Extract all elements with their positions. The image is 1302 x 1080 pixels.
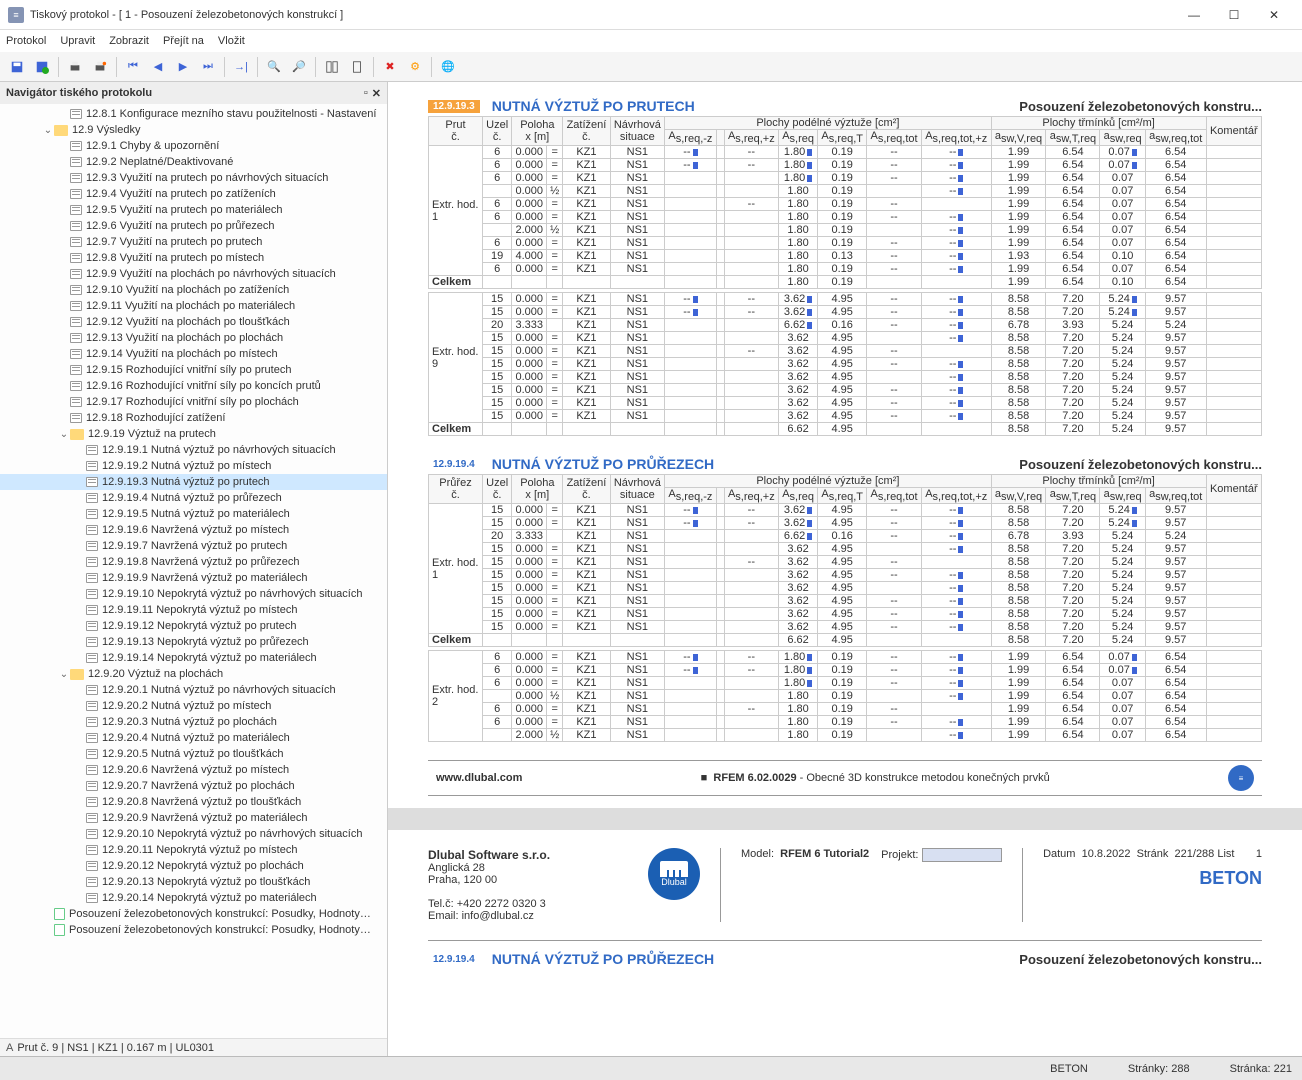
lang-icon[interactable]: 🌐 bbox=[437, 56, 459, 78]
dlubal-icon: ≡ bbox=[1228, 765, 1254, 791]
local-status: APrut č. 9 | NS1 | KZ1 | 0.167 m | UL030… bbox=[0, 1038, 387, 1056]
tree-item[interactable]: 12.9.19.2 Nutná výztuž po místech bbox=[0, 458, 387, 474]
tree-item[interactable]: 12.9.19.8 Navržená výztuž po průřezech bbox=[0, 554, 387, 570]
toolbar: ⏮ ◀ ▶ ⏭ →| 🔍 🔎 ✖ ⚙ 🌐 bbox=[0, 52, 1302, 82]
menu-upravit[interactable]: Upravit bbox=[60, 35, 95, 47]
save-icon[interactable] bbox=[6, 56, 28, 78]
tree-item[interactable]: 12.9.19.11 Nepokrytá výztuž po místech bbox=[0, 602, 387, 618]
tree-item[interactable]: 12.9.17 Rozhodující vnitřní síly po ploc… bbox=[0, 394, 387, 410]
tree-item[interactable]: 12.9.3 Využití na prutech po návrhových … bbox=[0, 170, 387, 186]
tree-item[interactable]: 12.9.15 Rozhodující vnitřní síly po prut… bbox=[0, 362, 387, 378]
tree-item[interactable]: 12.9.19.13 Nepokrytá výztuž po průřezech bbox=[0, 634, 387, 650]
dlubal-logo: Dlubal bbox=[648, 848, 700, 900]
save-green-icon[interactable] bbox=[31, 56, 53, 78]
del-icon[interactable]: ✖ bbox=[379, 56, 401, 78]
tree-item[interactable]: 12.9.14 Využití na plochách po místech bbox=[0, 346, 387, 362]
tree-item[interactable]: 12.9.7 Využití na prutech po prutech bbox=[0, 234, 387, 250]
tree-item[interactable]: 12.9.19.14 Nepokrytá výztuž po materiále… bbox=[0, 650, 387, 666]
tree-item[interactable]: 12.9.8 Využití na prutech po místech bbox=[0, 250, 387, 266]
last-icon[interactable]: ⏭ bbox=[197, 56, 219, 78]
report-viewport[interactable]: 12.9.19.3NUTNÁ VÝZTUŽ PO PRUTECHPosouzen… bbox=[388, 82, 1302, 1056]
tree-item[interactable]: 12.9.20.9 Navržená výztuž po materiálech bbox=[0, 810, 387, 826]
tree-item[interactable]: 12.9.12 Využití na plochách po tloušťkác… bbox=[0, 314, 387, 330]
tree-item[interactable]: 12.9.20.13 Nepokrytá výztuž po tloušťkác… bbox=[0, 874, 387, 890]
statusbar: BETON Stránky: 288 Stránka: 221 bbox=[0, 1056, 1302, 1080]
page-header: Dlubal Software s.r.o.Anglická 28Praha, … bbox=[428, 848, 1262, 922]
menu-vlozit[interactable]: Vložit bbox=[218, 35, 245, 47]
status-beton: BETON bbox=[1050, 1063, 1088, 1075]
tree-item[interactable]: ⌄12.9 Výsledky bbox=[0, 122, 387, 138]
layout1-icon[interactable] bbox=[321, 56, 343, 78]
titlebar: ≡ Tiskový protokol - [ 1 - Posouzení žel… bbox=[0, 0, 1302, 30]
tree-item[interactable]: 12.9.4 Využití na prutech po zatíženích bbox=[0, 186, 387, 202]
navigator-tree[interactable]: 12.8.1 Konfigurace mezního stavu použite… bbox=[0, 104, 387, 1038]
navigator-panel: Navigátor tiského protokolu ▫✕ 12.8.1 Ko… bbox=[0, 82, 388, 1056]
tree-item[interactable]: 12.9.6 Využití na prutech po průřezech bbox=[0, 218, 387, 234]
pin-icon[interactable]: ▫ bbox=[364, 87, 368, 100]
zoom-out-icon[interactable]: 🔍 bbox=[263, 56, 285, 78]
tree-item[interactable]: 12.9.19.9 Navržená výztuž po materiálech bbox=[0, 570, 387, 586]
tree-item[interactable]: 12.9.9 Využití na plochách po návrhových… bbox=[0, 266, 387, 282]
tree-item[interactable]: 12.9.20.1 Nutná výztuž po návrhových sit… bbox=[0, 682, 387, 698]
status-pages: Stránky: 288 bbox=[1128, 1063, 1190, 1075]
tree-item[interactable]: ⌄12.9.20 Výztuž na plochách bbox=[0, 666, 387, 682]
tree-item[interactable]: 12.8.1 Konfigurace mezního stavu použite… bbox=[0, 106, 387, 122]
tree-item[interactable]: 12.9.20.6 Navržená výztuž po místech bbox=[0, 762, 387, 778]
tree-item[interactable]: 12.9.18 Rozhodující zatížení bbox=[0, 410, 387, 426]
tree-item[interactable]: Posouzení železobetonových konstrukcí: P… bbox=[0, 906, 387, 922]
goto-icon[interactable]: →| bbox=[230, 56, 252, 78]
tree-item[interactable]: 12.9.20.4 Nutná výztuž po materiálech bbox=[0, 730, 387, 746]
tree-item[interactable]: 12.9.20.2 Nutná výztuž po místech bbox=[0, 698, 387, 714]
next-icon[interactable]: ▶ bbox=[172, 56, 194, 78]
prev-icon[interactable]: ◀ bbox=[147, 56, 169, 78]
window-title: Tiskový protokol - [ 1 - Posouzení želez… bbox=[30, 9, 343, 21]
page-footer: www.dlubal.com■ RFEM 6.02.0029 - Obecné … bbox=[428, 760, 1262, 796]
report-table: Průřezč.Uzelč.Polohax [m]Zatíženíč.Návrh… bbox=[428, 474, 1262, 742]
tree-item[interactable]: 12.9.19.5 Nutná výztuž po materiálech bbox=[0, 506, 387, 522]
tree-item[interactable]: 12.9.5 Využití na prutech po materiálech bbox=[0, 202, 387, 218]
tree-item[interactable]: 12.9.1 Chyby & upozornění bbox=[0, 138, 387, 154]
menu-zobrazit[interactable]: Zobrazit bbox=[109, 35, 149, 47]
print2-icon[interactable] bbox=[89, 56, 111, 78]
print-icon[interactable] bbox=[64, 56, 86, 78]
tree-item[interactable]: 12.9.19.7 Navržená výztuž po prutech bbox=[0, 538, 387, 554]
tree-item[interactable]: 12.9.19.4 Nutná výztuž po průřezech bbox=[0, 490, 387, 506]
close-panel-icon[interactable]: ✕ bbox=[372, 87, 381, 100]
gear-icon[interactable]: ⚙ bbox=[404, 56, 426, 78]
tree-item[interactable]: 12.9.19.1 Nutná výztuž po návrhových sit… bbox=[0, 442, 387, 458]
tree-item[interactable]: Posouzení železobetonových konstrukcí: P… bbox=[0, 922, 387, 938]
menubar: Protokol Upravit Zobrazit Přejít na Vlož… bbox=[0, 30, 1302, 52]
menu-prejit-na[interactable]: Přejít na bbox=[163, 35, 204, 47]
menu-protokol[interactable]: Protokol bbox=[6, 35, 46, 47]
tree-item[interactable]: 12.9.19.6 Navržená výztuž po místech bbox=[0, 522, 387, 538]
tree-item[interactable]: 12.9.20.3 Nutná výztuž po plochách bbox=[0, 714, 387, 730]
tree-item[interactable]: 12.9.19.3 Nutná výztuž po prutech bbox=[0, 474, 387, 490]
tree-item[interactable]: 12.9.13 Využití na plochách po plochách bbox=[0, 330, 387, 346]
tree-item[interactable]: 12.9.20.8 Navržená výztuž po tloušťkách bbox=[0, 794, 387, 810]
report-table: Prutč.Uzelč.Polohax [m]Zatíženíč.Návrhov… bbox=[428, 116, 1262, 436]
first-icon[interactable]: ⏮ bbox=[122, 56, 144, 78]
tree-item[interactable]: 12.9.19.12 Nepokrytá výztuž po prutech bbox=[0, 618, 387, 634]
app-icon: ≡ bbox=[8, 7, 24, 23]
tree-item[interactable]: 12.9.20.12 Nepokrytá výztuž po plochách bbox=[0, 858, 387, 874]
layout2-icon[interactable] bbox=[346, 56, 368, 78]
tree-item[interactable]: 12.9.16 Rozhodující vnitřní síly po konc… bbox=[0, 378, 387, 394]
navigator-header: Navigátor tiského protokolu ▫✕ bbox=[0, 82, 387, 104]
status-page: Stránka: 221 bbox=[1230, 1063, 1292, 1075]
tree-item[interactable]: 12.9.20.14 Nepokrytá výztuž po materiále… bbox=[0, 890, 387, 906]
close-button[interactable]: ✕ bbox=[1254, 1, 1294, 29]
maximize-button[interactable]: ☐ bbox=[1214, 1, 1254, 29]
tree-item[interactable]: 12.9.19.10 Nepokrytá výztuž po návrhovýc… bbox=[0, 586, 387, 602]
minimize-button[interactable]: — bbox=[1174, 1, 1214, 29]
tree-item[interactable]: 12.9.10 Využití na plochách po zatíženíc… bbox=[0, 282, 387, 298]
tree-item[interactable]: 12.9.11 Využití na plochách po materiále… bbox=[0, 298, 387, 314]
tree-item[interactable]: 12.9.2 Neplatné/Deaktivované bbox=[0, 154, 387, 170]
tree-item[interactable]: 12.9.20.7 Navržená výztuž po plochách bbox=[0, 778, 387, 794]
tree-item[interactable]: 12.9.20.10 Nepokrytá výztuž po návrhovýc… bbox=[0, 826, 387, 842]
zoom-in-icon[interactable]: 🔎 bbox=[288, 56, 310, 78]
tree-item[interactable]: 12.9.20.5 Nutná výztuž po tloušťkách bbox=[0, 746, 387, 762]
tree-item[interactable]: ⌄12.9.19 Výztuž na prutech bbox=[0, 426, 387, 442]
tree-item[interactable]: 12.9.20.11 Nepokrytá výztuž po místech bbox=[0, 842, 387, 858]
